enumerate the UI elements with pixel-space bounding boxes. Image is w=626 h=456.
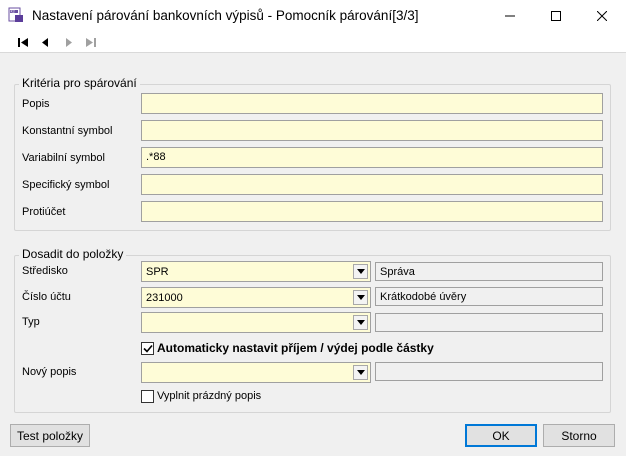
chevron-down-icon[interactable] <box>353 290 368 305</box>
previous-icon <box>42 37 48 47</box>
fill-empty-description-checkbox[interactable] <box>141 390 154 403</box>
close-icon <box>597 10 607 21</box>
cost-center-combo[interactable]: SPR <box>141 261 371 282</box>
next-record-button[interactable] <box>60 34 78 50</box>
last-record-button[interactable] <box>82 34 100 50</box>
window-title: Nastavení párování bankovních výpisů - P… <box>32 8 419 23</box>
previous-record-button[interactable] <box>36 34 54 50</box>
constant-symbol-input[interactable] <box>141 120 603 141</box>
close-button[interactable] <box>579 0 625 31</box>
fill-group-title: Dosadit do položky <box>19 247 127 261</box>
cancel-button[interactable]: Storno <box>543 424 615 447</box>
chevron-down-icon[interactable] <box>353 264 368 279</box>
description-label: Popis <box>22 98 50 110</box>
maximize-button[interactable] <box>533 0 579 31</box>
specific-symbol-label: Specifický symbol <box>22 179 110 191</box>
criteria-group-title: Kritéria pro spárování <box>19 76 140 90</box>
svg-text:K2: K2 <box>11 10 16 14</box>
skip-first-icon <box>18 37 28 47</box>
variable-symbol-input[interactable]: .*88 <box>141 147 603 168</box>
account-number-description: Krátkodobé úvěry <box>375 287 603 306</box>
skip-last-icon <box>86 37 96 47</box>
cost-center-label: Středisko <box>22 265 68 277</box>
checkmark-icon <box>142 344 153 353</box>
app-icon: K2 <box>8 7 24 23</box>
minimize-button[interactable] <box>487 0 533 31</box>
cost-center-value: SPR <box>146 266 169 278</box>
title-bar: K2 Nastavení párování bankovních výpisů … <box>0 0 626 31</box>
description-input[interactable] <box>141 93 603 114</box>
chevron-down-icon[interactable] <box>353 315 368 330</box>
account-number-label: Číslo účtu <box>22 291 71 303</box>
counter-account-label: Protiúčet <box>22 206 66 218</box>
new-description-description <box>375 362 603 381</box>
minimize-icon <box>505 15 515 16</box>
ok-button[interactable]: OK <box>465 424 537 447</box>
variable-symbol-label: Variabilní symbol <box>22 152 105 164</box>
type-description <box>375 313 603 332</box>
account-number-combo[interactable]: 231000 <box>141 287 371 308</box>
specific-symbol-input[interactable] <box>141 174 603 195</box>
test-item-button[interactable]: Test položky <box>10 424 90 447</box>
chevron-down-icon[interactable] <box>353 365 368 380</box>
auto-income-expense-checkbox[interactable] <box>141 342 154 355</box>
navigation-toolbar <box>0 31 626 53</box>
fill-empty-description-label: Vyplnit prázdný popis <box>157 390 262 402</box>
type-label: Typ <box>22 316 40 328</box>
new-description-label: Nový popis <box>22 366 77 378</box>
next-icon <box>66 37 72 47</box>
account-number-value: 231000 <box>146 292 183 304</box>
cost-center-description: Správa <box>375 262 603 281</box>
first-record-button[interactable] <box>14 34 32 50</box>
type-combo[interactable] <box>141 312 371 333</box>
counter-account-input[interactable] <box>141 201 603 222</box>
maximize-icon <box>551 10 561 21</box>
auto-income-expense-label: Automaticky nastavit příjem / výdej podl… <box>157 341 434 355</box>
constant-symbol-label: Konstantní symbol <box>22 125 113 137</box>
new-description-combo[interactable] <box>141 362 371 383</box>
